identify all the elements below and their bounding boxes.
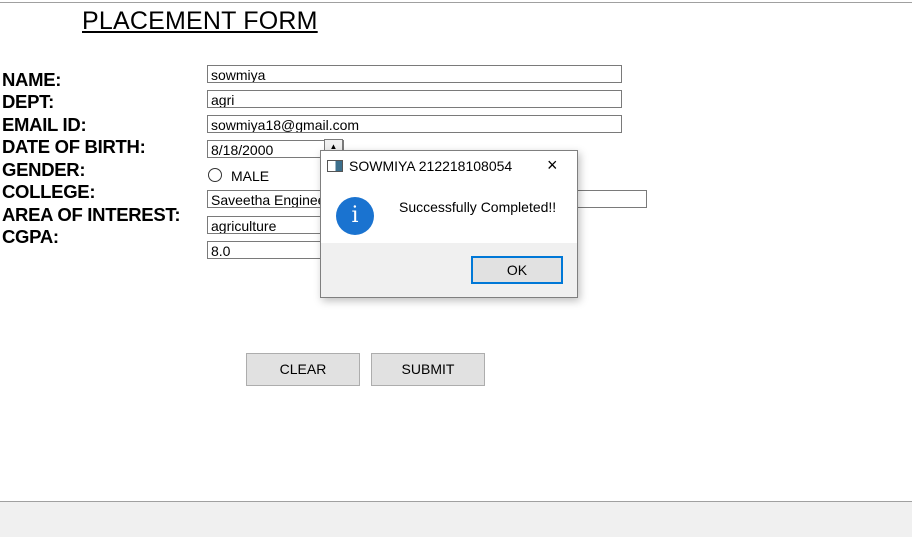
name-input[interactable]: sowmiya	[207, 65, 622, 83]
submit-button[interactable]: SUBMIT	[371, 353, 485, 386]
bottom-bar	[0, 501, 912, 537]
gender-male-label[interactable]: MALE	[231, 168, 269, 184]
dept-label: DEPT:	[2, 91, 54, 112]
clear-button[interactable]: CLEAR	[246, 353, 360, 386]
dialog-title: SOWMIYA 212218108054	[349, 158, 513, 174]
ok-button[interactable]: OK	[471, 256, 563, 284]
app-window-icon	[327, 160, 343, 172]
dept-input[interactable]: agri	[207, 90, 622, 108]
cgpa-label: CGPA:	[2, 226, 59, 247]
name-label: NAME:	[2, 69, 62, 90]
page-title: PLACEMENT FORM	[82, 7, 318, 35]
gender-label: GENDER:	[2, 159, 86, 180]
top-divider	[0, 2, 912, 3]
close-icon[interactable]: ×	[547, 155, 558, 176]
interest-label: AREA OF INTEREST:	[2, 204, 181, 225]
dialog-footer: OK	[321, 243, 577, 297]
email-label: EMAIL ID:	[2, 114, 87, 135]
gender-male-radio[interactable]	[208, 168, 222, 182]
email-input[interactable]: sowmiya18@gmail.com	[207, 115, 622, 133]
dialog-message: Successfully Completed!!	[399, 199, 557, 215]
info-icon: i	[336, 197, 374, 235]
message-dialog: SOWMIYA 212218108054 × i Successfully Co…	[320, 150, 578, 298]
college-label: COLLEGE:	[2, 181, 96, 202]
dob-label: DATE OF BIRTH:	[2, 136, 146, 157]
